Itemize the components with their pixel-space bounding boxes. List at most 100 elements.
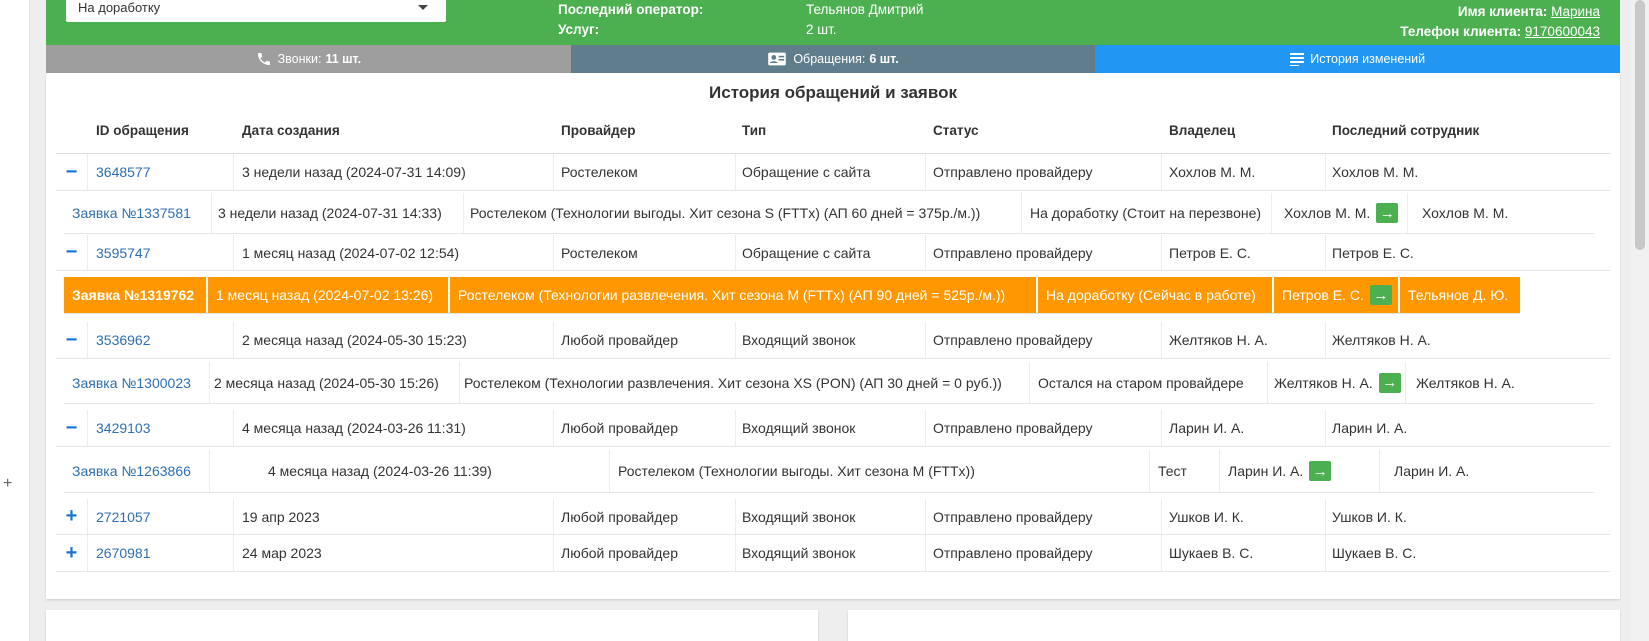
client-phone: Телефон клиента: 9170600043: [1400, 24, 1600, 39]
order-owner-name: Хохлов М. М.: [1284, 205, 1371, 221]
order-owner-name: Петров Е. С.: [1282, 287, 1364, 303]
column-header: Последний сотрудник: [1332, 122, 1480, 138]
order-row[interactable]: Заявка №1337581 3 недели назад (2024-07-…: [64, 193, 1594, 234]
last-employee: Желтяков Н. А.: [1332, 332, 1431, 348]
phone-icon: [256, 51, 272, 67]
order-date: 2 месяца назад (2024-05-30 15:26): [210, 362, 460, 403]
table-row[interactable]: − 3536962 2 месяца назад (2024-05-30 15:…: [56, 322, 1610, 359]
expand-toggle[interactable]: +: [56, 535, 88, 571]
transfer-arrow-button[interactable]: →: [1378, 372, 1401, 393]
last-operator-label: Последний оператор:: [558, 2, 704, 17]
owner: Ларин И. А.: [1162, 410, 1326, 446]
bottom-panel-right: [848, 610, 1620, 641]
client-phone-link[interactable]: 9170600043: [1525, 24, 1600, 39]
column-header: Провайдер: [561, 122, 636, 138]
tab-calls-count: 11 шт.: [325, 52, 362, 66]
expand-plus-icon[interactable]: +: [3, 476, 12, 492]
order-row[interactable]: Заявка №1300023 2 месяца назад (2024-05-…: [64, 362, 1594, 404]
order-link[interactable]: Заявка №1319762: [64, 277, 208, 313]
tab-requests-label: Обращения:: [793, 52, 866, 66]
last-employee: Ушков И. К.: [1332, 508, 1407, 525]
last-employee: Хохлов М. М.: [1332, 164, 1419, 180]
left-gutter: +: [0, 0, 30, 641]
order-last: Ларин И. А.: [1394, 463, 1470, 479]
client-header: На доработку Последний оператор: Тельяно…: [46, 0, 1620, 45]
services-label: Услуг:: [558, 22, 600, 37]
table-row[interactable]: + 2670981 24 мар 2023 Любой провайдер Вх…: [56, 535, 1610, 572]
status: Отправлено провайдеру: [926, 322, 1162, 358]
status: Отправлено провайдеру: [926, 235, 1162, 270]
tab-history[interactable]: История изменений: [1095, 45, 1621, 73]
order-tariff: Ростелеком (Технологии выгоды. Хит сезон…: [464, 193, 1022, 233]
scrollbar-thumb[interactable]: [1635, 0, 1645, 250]
order-link[interactable]: Заявка №1300023: [64, 362, 210, 403]
caret-down-icon: [418, 5, 428, 10]
order-owner: Хохлов М. М. →: [1272, 193, 1408, 233]
table-row[interactable]: − 3595747 1 месяц назад (2024-07-02 12:5…: [56, 235, 1610, 271]
order-row[interactable]: Заявка №1263866 4 месяца назад (2024-03-…: [64, 450, 1594, 493]
tab-history-label: История изменений: [1310, 52, 1426, 66]
last-operator-value: Тельянов Дмитрий: [806, 2, 924, 17]
request-id-link[interactable]: 2670981: [88, 535, 234, 571]
collapse-toggle[interactable]: −: [56, 154, 88, 190]
status: Отправлено провайдеру: [926, 154, 1162, 190]
order-owner-name: Ларин И. А.: [1228, 463, 1304, 479]
order-row-active[interactable]: Заявка №1319762 1 месяц назад (2024-07-0…: [64, 277, 1520, 314]
order-date: 3 недели назад (2024-07-31 14:33): [212, 193, 464, 233]
created-date: 19 апр 2023: [234, 499, 554, 534]
column-header: Тип: [742, 122, 767, 138]
type: Входящий звонок: [736, 410, 926, 446]
collapse-toggle[interactable]: −: [56, 235, 88, 270]
order-owner: Петров Е. С. →: [1274, 277, 1400, 313]
table-row[interactable]: − 3429103 4 месяца назад (2024-03-26 11:…: [56, 410, 1610, 447]
column-header: ID обращения: [96, 122, 189, 138]
order-link[interactable]: Заявка №1337581: [64, 193, 212, 233]
column-header: Владелец: [1169, 122, 1236, 138]
column-header: Дата создания: [242, 122, 340, 138]
table-row[interactable]: + 2721057 19 апр 2023 Любой провайдер Вх…: [56, 499, 1610, 535]
bottom-panel-left: [46, 610, 818, 641]
request-id-link[interactable]: 3429103: [88, 410, 234, 446]
client-name: Имя клиента: Марина: [1458, 4, 1600, 19]
order-status: Остался на старом провайдере: [1030, 362, 1268, 403]
tab-requests[interactable]: Обращения: 6 шт.: [570, 45, 1096, 73]
client-phone-label: Телефон клиента:: [1400, 24, 1522, 39]
order-owner: Ларин И. А. →: [1220, 450, 1380, 492]
request-id-link[interactable]: 2721057: [88, 499, 234, 534]
provider: Ростелеком: [554, 235, 736, 270]
request-id-link[interactable]: 3648577: [88, 154, 234, 190]
order-date: 1 месяц назад (2024-07-02 13:26): [208, 277, 450, 313]
request-id-link[interactable]: 3595747: [88, 235, 234, 270]
last-employee: Ларин И. А.: [1332, 420, 1408, 436]
type: Обращение с сайта: [736, 235, 926, 270]
tab-calls[interactable]: Звонки: 11 шт.: [46, 45, 571, 73]
created-date: 2 месяца назад (2024-05-30 15:23): [234, 322, 554, 358]
type: Входящий звонок: [736, 535, 926, 571]
history-panel: История обращений и заявок ID обращения …: [46, 73, 1620, 599]
order-link[interactable]: Заявка №1263866: [64, 450, 210, 492]
vertical-scrollbar[interactable]: [1631, 0, 1649, 641]
client-name-link[interactable]: Марина: [1551, 4, 1600, 19]
provider: Ростелеком: [554, 154, 736, 190]
owner: Хохлов М. М.: [1162, 154, 1326, 190]
expand-toggle[interactable]: +: [56, 499, 88, 534]
order-owner: Желтяков Н. А. →: [1268, 362, 1406, 403]
collapse-toggle[interactable]: −: [56, 322, 88, 358]
transfer-arrow-button[interactable]: →: [1369, 285, 1392, 305]
status-select-value: На доработку: [78, 0, 161, 15]
order-status: На доработку (Стоит на перезвоне): [1022, 193, 1272, 233]
collapse-toggle[interactable]: −: [56, 410, 88, 446]
table-row[interactable]: − 3648577 3 недели назад (2024-07-31 14:…: [56, 154, 1610, 191]
request-id-link[interactable]: 3536962: [88, 322, 234, 358]
provider: Любой провайдер: [554, 410, 736, 446]
owner: Шукаев В. С.: [1162, 535, 1326, 571]
order-tariff: Ростелеком (Технологии развлечения. Хит …: [460, 362, 1030, 403]
transfer-arrow-button[interactable]: →: [1376, 203, 1399, 223]
owner: Ушков И. К.: [1162, 499, 1326, 534]
status-select[interactable]: На доработку: [66, 0, 446, 22]
column-header: Статус: [933, 122, 979, 138]
last-employee: Шукаев В. С.: [1332, 545, 1417, 561]
transfer-arrow-button[interactable]: →: [1309, 461, 1332, 481]
type: Входящий звонок: [736, 499, 926, 534]
type: Обращение с сайта: [736, 154, 926, 190]
